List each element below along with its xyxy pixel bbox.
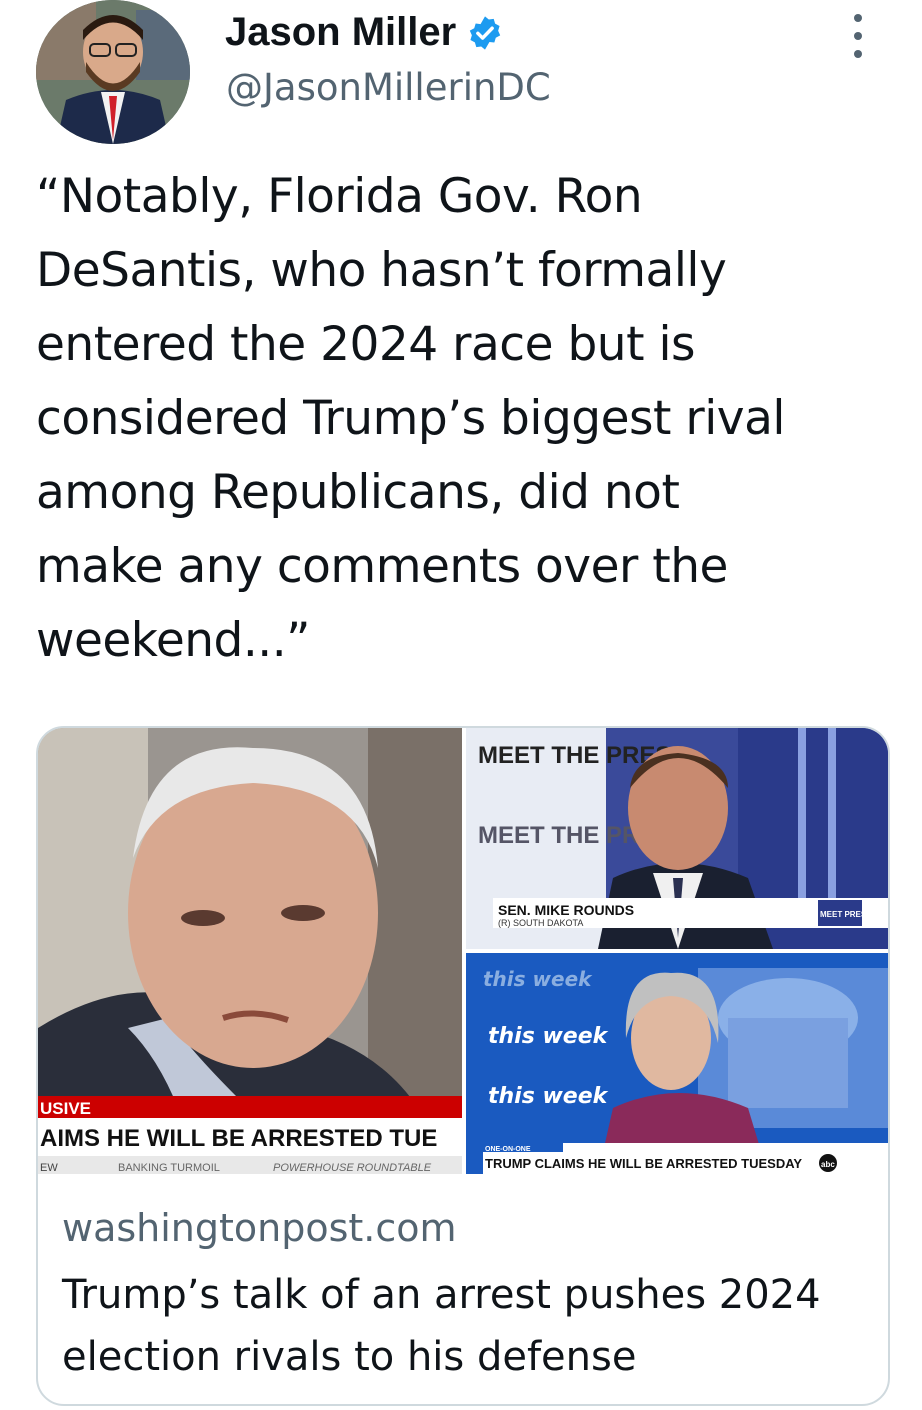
this-week-logo-3: this week [488,1084,609,1109]
tweet-text: “Notably, Florida Gov. Ron DeSantis, who… [36,169,785,668]
this-week-logo-2: this week [488,1024,609,1049]
bottom-tag: ONE-ON-ONE [485,1146,531,1153]
left-banner-top: USIVE [40,1099,91,1118]
author-avatar[interactable] [36,0,190,144]
dot [854,32,862,40]
link-preview-image: USIVE AIMS HE WILL BE ARRESTED TUE EW BA… [38,728,888,1174]
bottom-chyron: TRUMP CLAIMS HE WILL BE ARRESTED TUESDAY [485,1156,802,1171]
author-name-row[interactable]: Jason Miller [225,10,504,55]
author-display-name[interactable]: Jason Miller [225,10,456,55]
link-preview-card[interactable]: USIVE AIMS HE WILL BE ARRESTED TUE EW BA… [36,726,890,1406]
network-badge: abc [821,1160,835,1169]
verified-badge-icon [470,15,501,50]
left-ticker-1: EW [40,1162,58,1174]
chyron-sub: (R) SOUTH DAKOTA [498,918,583,928]
meet-press-badge: MEET PRESS [820,910,872,919]
dot [854,50,862,58]
left-ticker-3: POWERHOUSE ROUNDTABLE [273,1162,432,1174]
link-domain: washingtonpost.com [62,1206,457,1250]
more-options-icon[interactable] [846,14,870,58]
news-collage-image: USIVE AIMS HE WILL BE ARRESTED TUE EW BA… [38,728,888,1174]
avatar-photo [36,0,190,144]
author-handle[interactable]: @JasonMillerinDC [226,66,551,109]
left-banner-main: AIMS HE WILL BE ARRESTED TUE [40,1125,437,1152]
this-week-logo-1: this week [483,967,593,991]
left-ticker-2: BANKING TURMOIL [118,1162,220,1174]
link-headline[interactable]: Trump’s talk of an arrest pushes 2024 el… [62,1264,862,1388]
chyron-name: SEN. MIKE ROUNDS [498,902,634,918]
dot [854,14,862,22]
